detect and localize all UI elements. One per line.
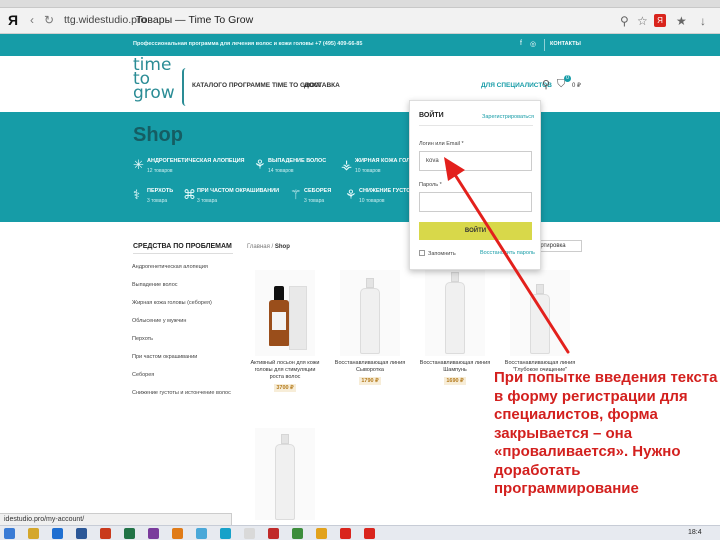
yandex-browser-icon[interactable] <box>364 528 375 539</box>
app-icon[interactable] <box>172 528 183 539</box>
word-icon[interactable] <box>76 528 87 539</box>
browser-icon[interactable] <box>52 528 63 539</box>
annotation-text: При попытке введения текста в форму реги… <box>494 369 718 497</box>
arrow-head <box>444 157 465 181</box>
app-icon[interactable] <box>196 528 207 539</box>
screenshot: Я ‹ ↻ ttg.widestudio.pro Товары — Time T… <box>0 0 720 540</box>
yandex-browser-icon[interactable] <box>340 528 351 539</box>
powerpoint-icon[interactable] <box>100 528 111 539</box>
app-icon[interactable] <box>292 528 303 539</box>
folder-icon[interactable] <box>28 528 39 539</box>
os-taskbar: 18:4 <box>0 525 720 540</box>
arrow-shaft <box>450 168 570 354</box>
status-link-bar: idestudio.pro/my-account/ <box>0 513 232 525</box>
app-icon[interactable] <box>148 528 159 539</box>
app-icon[interactable] <box>220 528 231 539</box>
start-icon[interactable] <box>4 528 15 539</box>
excel-icon[interactable] <box>124 528 135 539</box>
taskbar-clock: 18:4 <box>688 529 702 536</box>
app-icon[interactable] <box>244 528 255 539</box>
app-icon[interactable] <box>316 528 327 539</box>
app-icon[interactable] <box>268 528 279 539</box>
